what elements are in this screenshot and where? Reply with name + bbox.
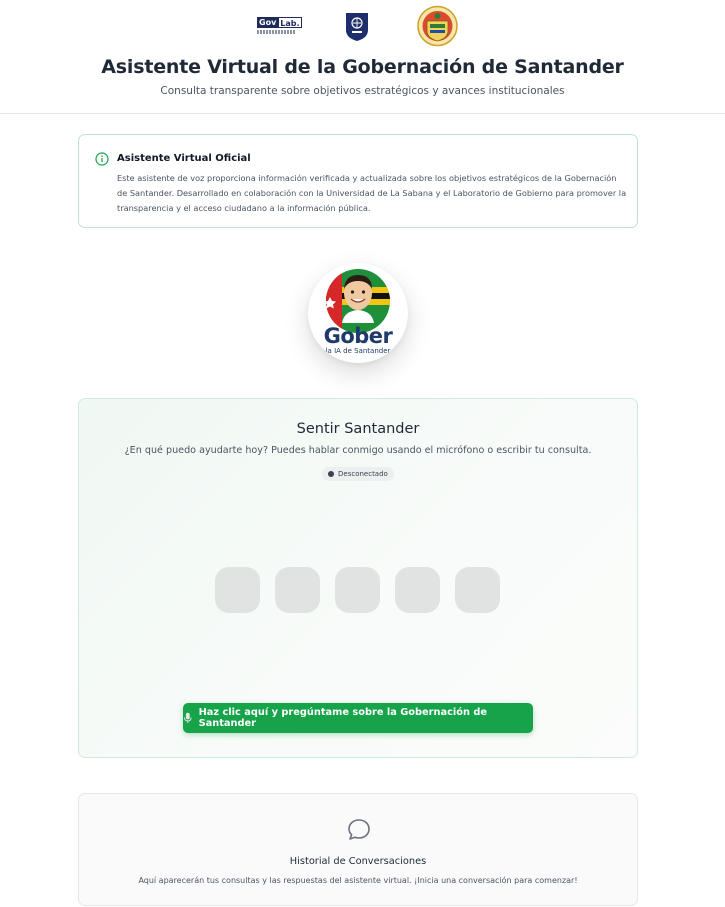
conversation-history-panel: Historial de Conversaciones Aquí aparece… bbox=[78, 793, 638, 906]
info-card-title: Asistente Virtual Oficial bbox=[117, 153, 251, 164]
visualizer-bar bbox=[275, 567, 320, 613]
history-empty-message: Aquí aparecerán tus consultas y las resp… bbox=[138, 876, 578, 885]
connection-status-badge: Desconectado bbox=[322, 467, 394, 481]
gober-avatar: Gober la IA de Santander bbox=[308, 263, 408, 363]
start-conversation-button[interactable]: Haz clic aquí y pregúntame sobre la Gobe… bbox=[183, 703, 533, 733]
assistant-title: Sentir Santander bbox=[296, 421, 420, 437]
santander-coat-of-arms-logo bbox=[417, 5, 458, 47]
voice-assistant-panel: Sentir Santander ¿En qué puedo ayudarte … bbox=[78, 398, 638, 758]
visualizer-bar bbox=[335, 567, 380, 613]
govlab-logo-gov: Gov bbox=[257, 17, 279, 28]
start-conversation-label: Haz clic aquí y pregúntame sobre la Gobe… bbox=[198, 707, 488, 729]
visualizer-bar bbox=[215, 567, 260, 613]
audio-visualizer bbox=[215, 567, 505, 613]
page-title: Asistente Virtual de la Gobernación de S… bbox=[101, 56, 624, 78]
microphone-icon bbox=[183, 712, 192, 723]
govlab-logo: Gov Lab. bbox=[257, 17, 302, 36]
govlab-logo-lab: Lab. bbox=[278, 17, 302, 28]
chat-bubble-icon bbox=[348, 819, 370, 840]
page-subtitle: Consulta transparente sobre objetivos es… bbox=[160, 85, 565, 97]
history-title: Historial de Conversaciones bbox=[289, 856, 427, 867]
gober-logo-tagline: la IA de Santander bbox=[325, 347, 391, 355]
status-dot-icon bbox=[328, 471, 334, 477]
gober-logo-name: Gober bbox=[323, 324, 393, 348]
universidad-sabana-logo bbox=[346, 13, 368, 41]
info-icon bbox=[95, 152, 109, 166]
info-card: Asistente Virtual Oficial Este asistente… bbox=[78, 134, 638, 228]
visualizer-bar bbox=[395, 567, 440, 613]
info-card-body: Este asistente de voz proporciona inform… bbox=[117, 173, 627, 213]
assistant-prompt: ¿En qué puedo ayudarte hoy? Puedes habla… bbox=[124, 445, 592, 456]
page-header: Gov Lab. Asistente Virtual de la Goberna… bbox=[0, 0, 725, 114]
visualizer-bar bbox=[455, 567, 500, 613]
partner-logos: Gov Lab. bbox=[0, 4, 725, 48]
connection-status-text: Desconectado bbox=[338, 470, 388, 478]
